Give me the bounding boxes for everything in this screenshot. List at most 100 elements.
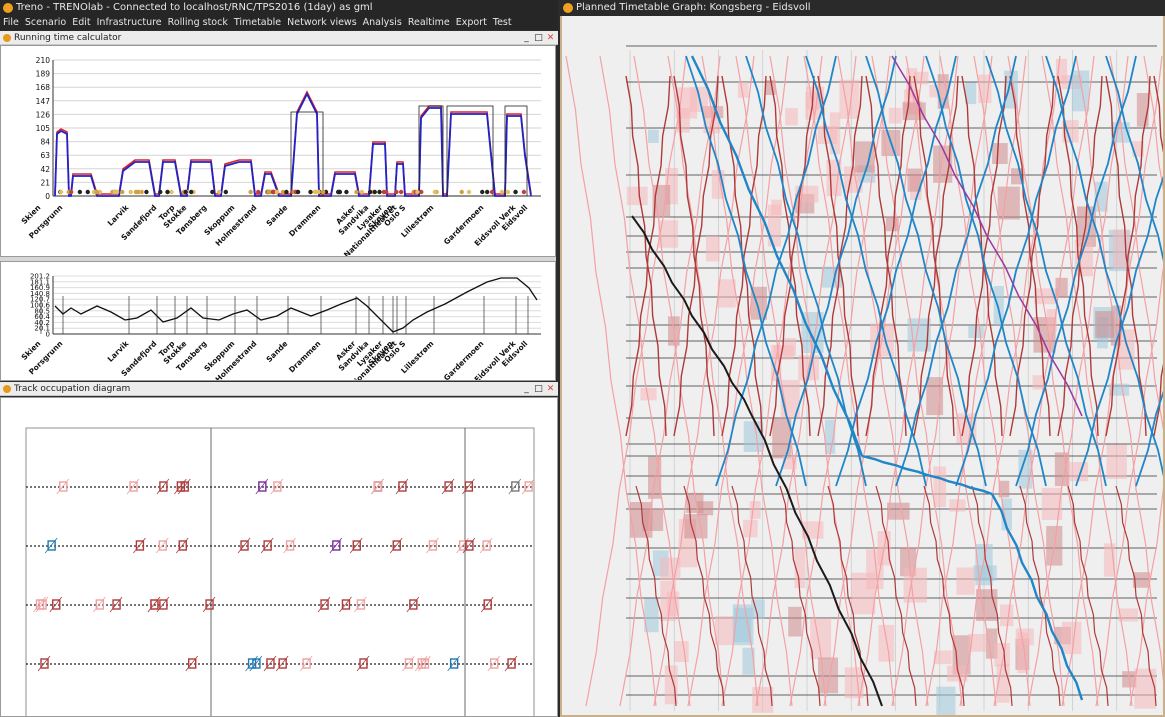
signal-marker — [377, 189, 382, 195]
y-tick-label: 0 — [45, 192, 50, 201]
signal-marker — [505, 189, 510, 195]
signal-marker — [274, 189, 280, 195]
signal-marker — [248, 189, 253, 195]
track-occupation-panel — [0, 397, 558, 717]
close-icon[interactable]: ✕ — [545, 382, 556, 396]
timetable-graph — [562, 16, 1163, 715]
signal-marker — [398, 189, 404, 195]
signal-marker — [432, 189, 438, 195]
station-label: Sande — [264, 203, 289, 228]
signal-marker — [308, 189, 313, 195]
signal-marker — [419, 189, 424, 195]
left-window-titlebar: Treno - TRENOlab - Connected to localhos… — [0, 0, 558, 16]
blocking-time — [936, 686, 956, 715]
blocking-time — [714, 616, 735, 646]
menu-item-timetable[interactable]: Timetable — [231, 17, 284, 28]
y-tick-label: 210 — [36, 56, 51, 65]
signal-marker — [316, 189, 321, 195]
speed-profile-panel: 210 189 168 147 126 105 84 63 42 21 0 Skien Porsgrun… — [0, 45, 556, 257]
y-tick-label: 0 — [46, 331, 50, 339]
signal-marker — [128, 189, 133, 195]
restore-icon[interactable]: □ — [533, 382, 544, 396]
signal-marker — [188, 189, 194, 195]
y-tick-label: 42 — [40, 165, 50, 174]
left-app-window: Treno - TRENOlab - Connected to localhos… — [0, 0, 558, 717]
blocking-time — [1055, 277, 1068, 298]
running-time-title: Running time calculator — [14, 33, 122, 43]
blocking-time — [851, 572, 876, 615]
left-window-title: Treno - TRENOlab - Connected to localhos… — [16, 2, 373, 13]
station-label: Drammen — [287, 203, 322, 238]
blocking-time — [1071, 70, 1090, 112]
station-label: Larvik — [106, 202, 131, 227]
signal-marker — [295, 189, 301, 195]
y-tick-label: 189 — [36, 70, 51, 79]
y-tick-label: 84 — [40, 138, 50, 147]
speed-profile-chart: 210189168147126105846342210SkienPorsgrun… — [20, 56, 541, 256]
signal-marker — [58, 189, 64, 195]
signal-marker — [336, 189, 342, 195]
signal-marker — [165, 189, 170, 195]
signal-marker — [466, 189, 472, 195]
menu-item-scenario[interactable]: Scenario — [22, 17, 69, 28]
menu-item-analysis[interactable]: Analysis — [360, 17, 405, 28]
running-time-titlebar: Running time calculator _ □ ✕ — [0, 31, 558, 45]
menu-item-file[interactable]: File — [0, 17, 22, 28]
blocking-time — [696, 501, 714, 516]
timetable-window-title: Planned Timetable Graph: Kongsberg - Eid… — [576, 2, 811, 13]
signal-marker — [223, 189, 229, 195]
menu-item-rolling-stock[interactable]: Rolling stock — [165, 17, 231, 28]
y-tick-label: 147 — [36, 97, 51, 106]
blocking-time — [993, 285, 1004, 325]
blocking-time — [1061, 621, 1082, 655]
diagram-frame — [25, 427, 535, 716]
signal-marker — [489, 189, 495, 195]
signal-marker — [367, 189, 373, 195]
menu-item-test[interactable]: Test — [490, 17, 515, 28]
signal-marker — [485, 189, 490, 195]
track-occupation-title: Track occupation diagram — [14, 384, 131, 394]
station-label: Sande — [264, 339, 289, 364]
timetable-window: Planned Timetable Graph: Kongsberg - Eid… — [560, 0, 1165, 717]
close-icon[interactable]: ✕ — [545, 31, 556, 45]
signal-marker — [158, 189, 163, 195]
menu-item-export[interactable]: Export — [453, 17, 490, 28]
signal-marker — [183, 189, 188, 195]
blocking-time — [749, 501, 761, 519]
menu-item-infrastructure[interactable]: Infrastructure — [94, 17, 165, 28]
blocking-time — [785, 108, 798, 126]
station-label: Drammen — [287, 339, 322, 374]
signal-marker — [499, 189, 505, 195]
y-tick-label: 21 — [40, 178, 50, 187]
blocking-time — [684, 514, 708, 539]
app-logo-icon — [563, 3, 573, 13]
signal-marker — [94, 189, 99, 195]
signal-marker — [372, 189, 377, 195]
signal-marker — [354, 189, 359, 195]
signal-marker — [133, 189, 139, 195]
minimize-icon[interactable]: _ — [521, 31, 532, 45]
blocking-time — [626, 186, 648, 206]
blocking-time — [1032, 375, 1044, 390]
blocking-time — [956, 567, 975, 595]
minimize-icon[interactable]: _ — [521, 382, 532, 396]
menu-item-edit[interactable]: Edit — [69, 17, 93, 28]
blocking-time — [878, 624, 895, 662]
signal-marker — [513, 189, 518, 195]
signal-marker — [256, 189, 261, 195]
panel-logo-icon — [3, 34, 11, 42]
blocking-time — [887, 502, 910, 520]
y-tick-label: 105 — [36, 124, 51, 133]
blocking-time — [674, 641, 689, 662]
blocking-time — [933, 466, 947, 508]
signal-marker — [266, 189, 271, 195]
signal-marker — [384, 189, 389, 195]
signal-marker — [415, 189, 420, 195]
signal-marker — [77, 189, 83, 195]
menu-item-realtime[interactable]: Realtime — [405, 17, 453, 28]
signal-marker — [68, 189, 74, 195]
menu-item-network-views[interactable]: Network views — [284, 17, 360, 28]
signal-marker — [320, 189, 326, 195]
track-occupation-titlebar: Track occupation diagram _ □ ✕ — [0, 382, 558, 396]
restore-icon[interactable]: □ — [533, 31, 544, 45]
